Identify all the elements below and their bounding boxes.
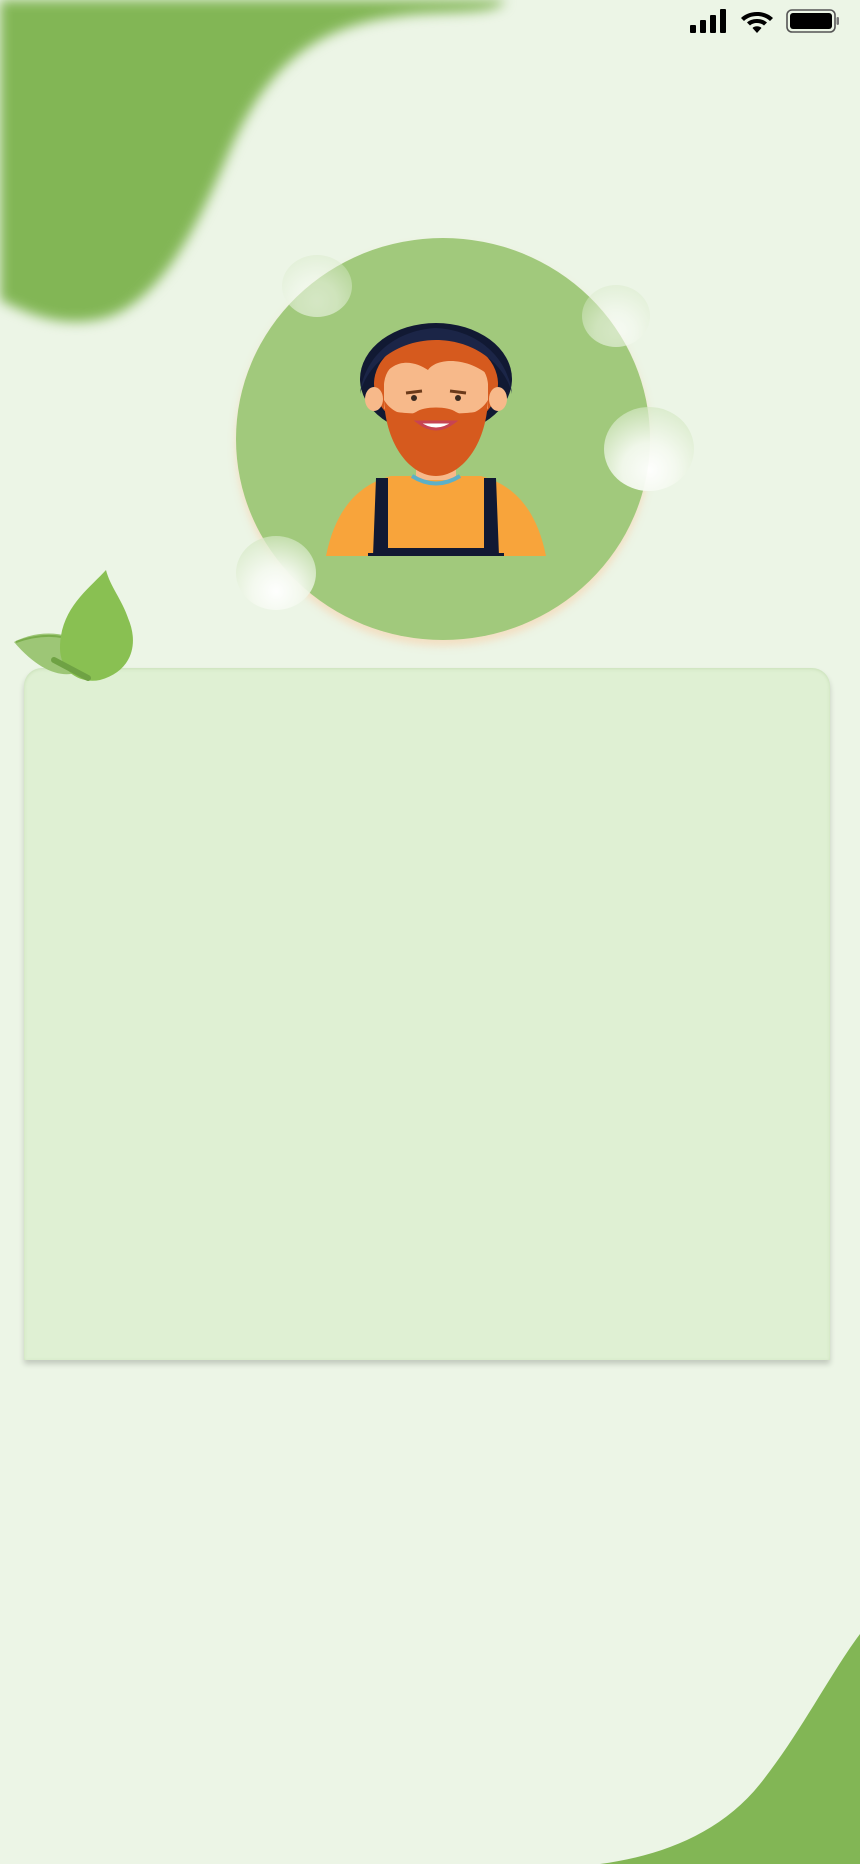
leaf-icon: [14, 570, 133, 681]
decorative-bubble: [282, 255, 352, 317]
background-blob-bottom: [600, 1634, 860, 1864]
decorative-bubble: [604, 407, 694, 491]
decorative-bubble: [236, 536, 316, 610]
screen: [0, 0, 860, 1864]
wifi-icon: [741, 12, 773, 33]
status-bar: [0, 0, 860, 44]
farmer-avatar-illustration: [326, 323, 546, 556]
battery-icon: [786, 9, 839, 33]
cellular-signal-icon: [690, 9, 726, 33]
content-card: [24, 668, 830, 1360]
decorative-bubble: [582, 285, 650, 347]
status-icons: [690, 8, 840, 34]
